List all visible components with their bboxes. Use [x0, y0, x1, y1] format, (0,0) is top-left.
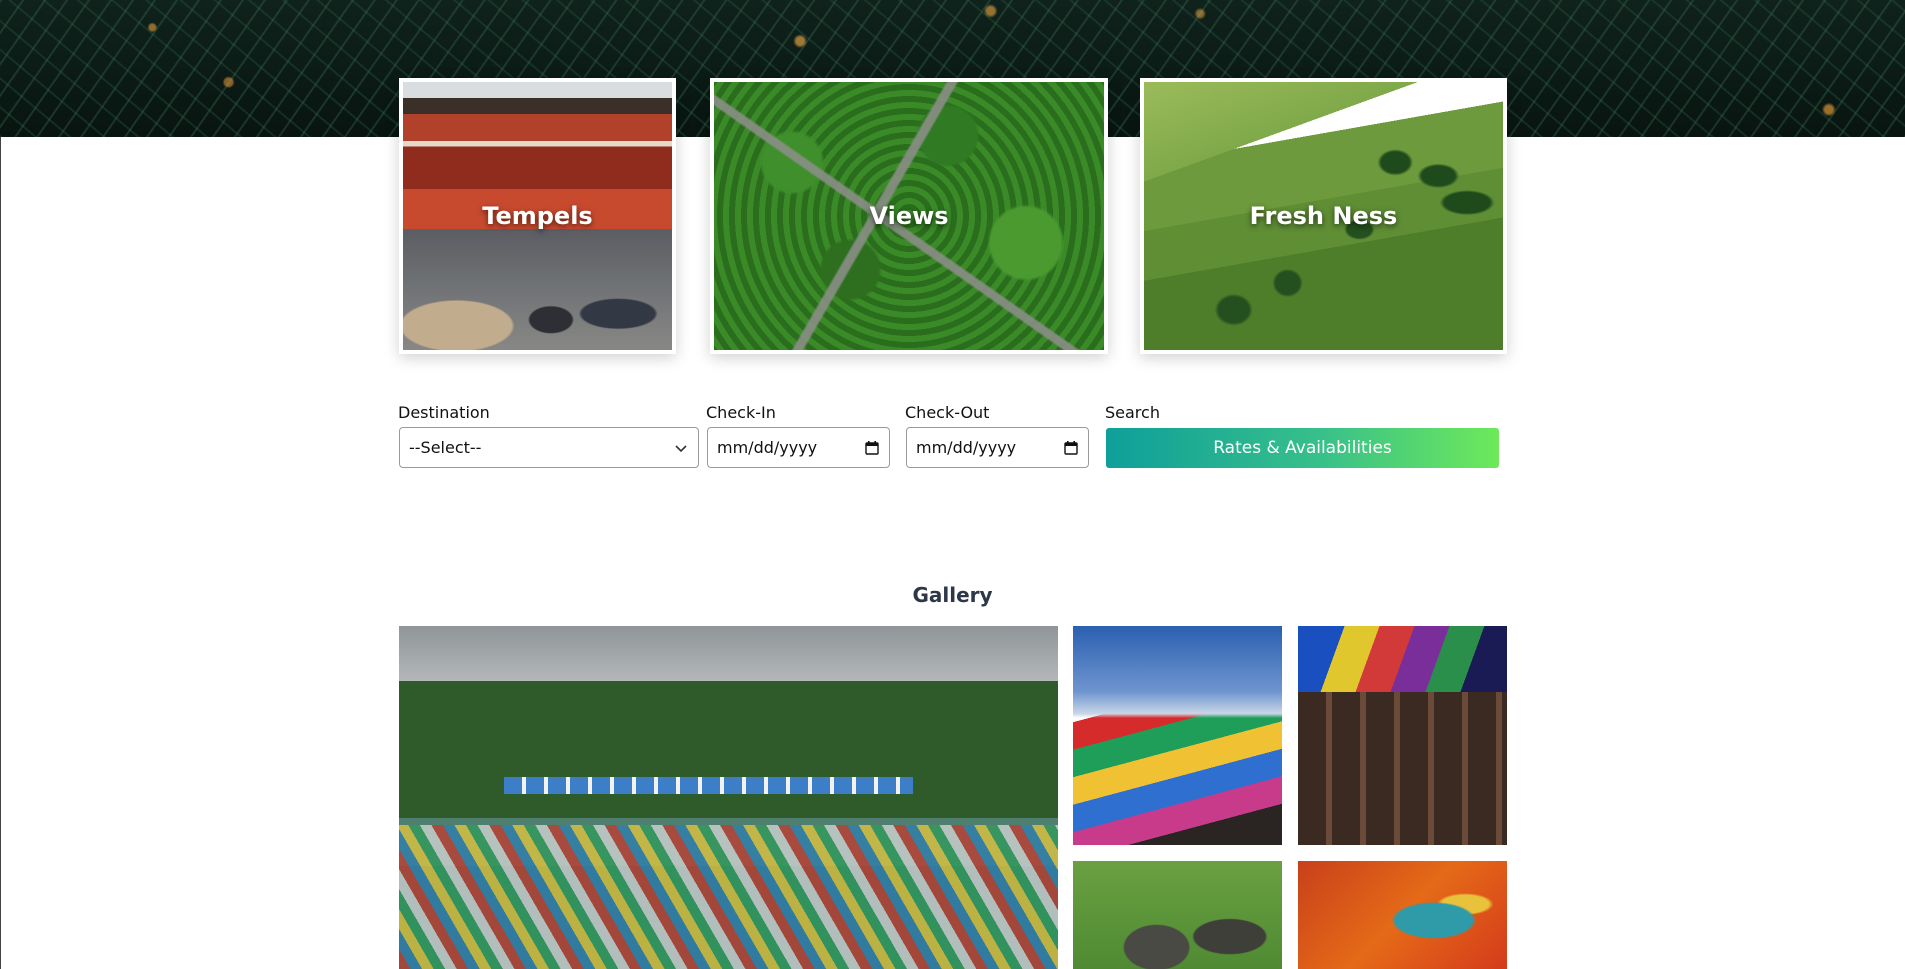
destination-label: Destination	[398, 403, 490, 422]
gallery-image-lake-boats[interactable]	[399, 626, 1058, 969]
destination-select-value: --Select--	[409, 438, 482, 457]
checkout-date-input[interactable]: mm/dd/yyyy	[906, 427, 1089, 468]
rates-availabilities-button[interactable]: Rates & Availabilities	[1106, 428, 1499, 468]
page-edge-divider	[0, 137, 1, 969]
category-label: Tempels	[482, 202, 593, 230]
calendar-icon[interactable]	[864, 440, 880, 456]
gallery-image-prayer-flags[interactable]	[1073, 626, 1282, 845]
category-card-fresh-ness[interactable]: Fresh Ness	[1140, 78, 1507, 354]
gallery-title: Gallery	[912, 583, 993, 607]
checkin-placeholder: mm/dd/yyyy	[717, 438, 818, 457]
gallery-image-dragon[interactable]	[1298, 861, 1507, 969]
category-label: Views	[869, 202, 949, 230]
category-card-views[interactable]: Views	[710, 78, 1108, 354]
destination-select[interactable]: --Select--	[399, 427, 699, 468]
checkin-label: Check-In	[706, 403, 776, 422]
category-card-tempels[interactable]: Tempels	[399, 78, 676, 354]
calendar-icon[interactable]	[1063, 440, 1079, 456]
checkin-date-input[interactable]: mm/dd/yyyy	[707, 427, 890, 468]
search-label: Search	[1105, 403, 1160, 422]
checkout-label: Check-Out	[905, 403, 990, 422]
checkout-placeholder: mm/dd/yyyy	[916, 438, 1017, 457]
gallery-image-prayer-wheels[interactable]	[1298, 626, 1507, 845]
chevron-down-icon	[675, 444, 687, 452]
category-label: Fresh Ness	[1249, 202, 1398, 230]
gallery-image-elephant[interactable]	[1073, 861, 1282, 969]
